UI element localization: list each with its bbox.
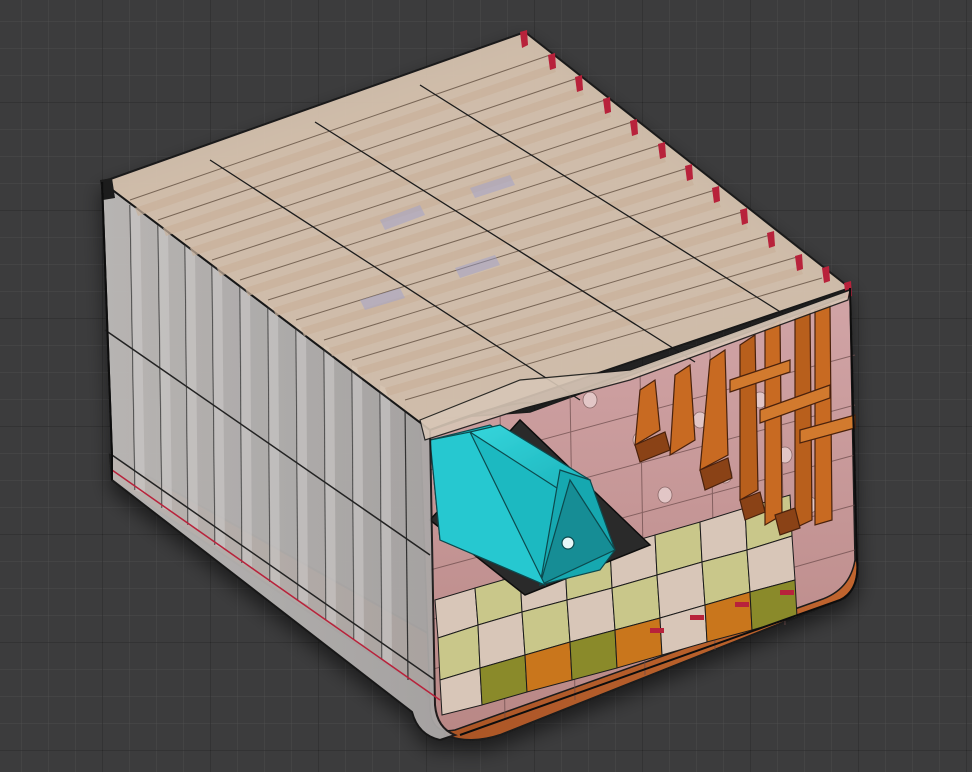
hull-block-model[interactable] xyxy=(0,0,972,772)
3d-viewport[interactable] xyxy=(0,0,972,772)
